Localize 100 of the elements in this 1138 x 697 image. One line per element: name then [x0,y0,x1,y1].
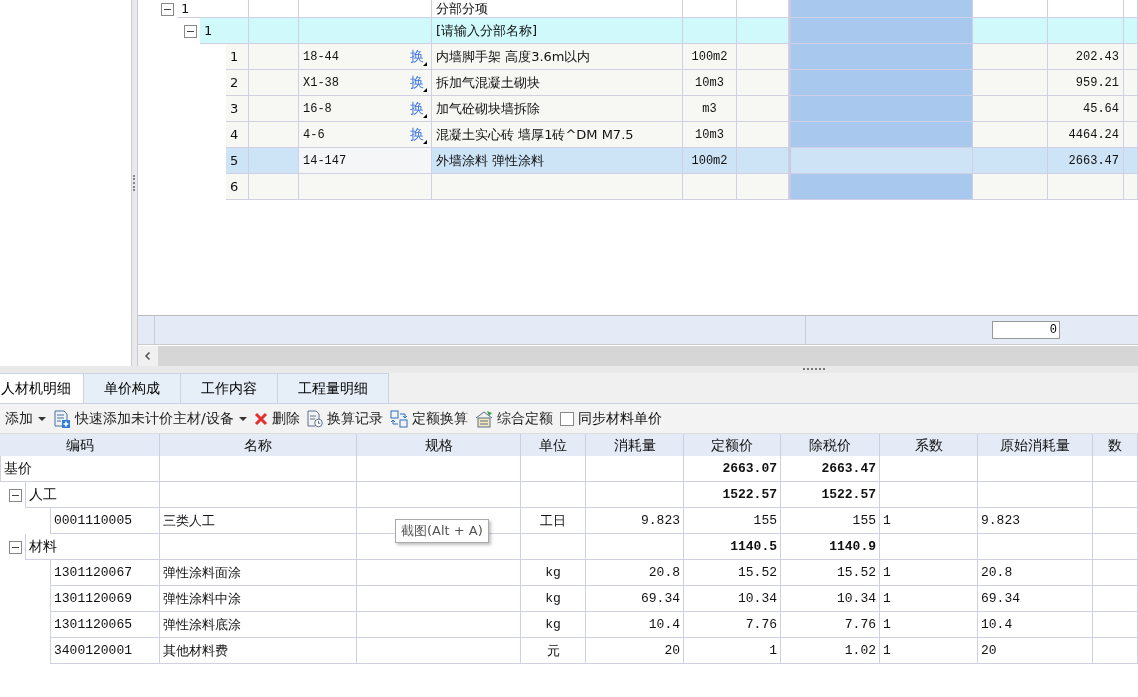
conversion-record-button[interactable]: 换算记录 [326,409,383,428]
code-cell: 人工 [25,482,160,508]
price-cell: 45.64 [1048,96,1124,122]
coefficient-cell: 1 [880,560,978,586]
unit-cell: 工日 [521,508,586,534]
sequence-cell: 4 [226,122,249,148]
unit-cell: m3 [683,96,737,122]
unit-cell: 10m3 [683,122,737,148]
collapse-icon[interactable] [9,488,22,502]
table-cell [737,96,789,122]
unit-cell [521,456,586,482]
quota-price-cell: 1522.57 [684,482,781,508]
price-cell: 4464.24 [1048,122,1124,148]
name-cell: 混凝土实心砖 墙厚1砖^DM M7.5 [432,122,683,148]
price-cell: 959.21 [1048,70,1124,96]
table-row[interactable]: 4 4-6 换 混凝土实心砖 墙厚1砖^DM M7.5 10m3 4464.24 [138,122,1138,148]
table-row[interactable]: 6 [138,174,1138,200]
code-cell: 1301120067 [50,560,160,586]
table-cell [737,122,789,148]
table-cell [737,70,789,96]
tab[interactable]: 工作内容 [180,373,278,403]
code-text: 14-147 [303,153,347,168]
price-cell: 202.43 [1048,44,1124,70]
scroll-left-icon[interactable] [138,346,158,366]
total-input[interactable]: 0 [992,321,1060,339]
column-header[interactable]: 编码 [0,434,160,456]
column-header[interactable]: 单位 [521,434,586,456]
original-consumption-cell: 69.34 [978,586,1093,612]
table-cell [249,96,299,122]
table-row[interactable]: 5 14-147 外墙涂料 弹性涂料 100m2 2663.47 [138,148,1138,174]
table-cell [737,0,789,18]
delete-icon[interactable] [253,411,268,426]
quota-price-cell: 1140.5 [684,534,781,560]
consumption-cell: 20 [586,638,684,664]
net-price-cell: 1522.57 [781,482,880,508]
column-header[interactable]: 规格 [357,434,521,456]
column-header[interactable]: 除税价 [781,434,880,456]
code-cell: 基价 [0,456,160,482]
caret-icon [38,415,46,422]
unit-cell: kg [521,560,586,586]
unit-cell: 100m2 [683,148,737,174]
checkbox-label: 同步材料单价 [577,409,662,428]
column-header[interactable]: 系数 [880,434,978,456]
splitter-grip-icon[interactable] [132,175,137,191]
table-cell [1093,456,1138,482]
unit-cell: kg [521,586,586,612]
quick-add-button[interactable]: 快速添加未计价主材/设备 [75,409,247,428]
table-cell [249,174,299,200]
coefficient-cell: 1 [880,586,978,612]
tab[interactable]: 人材机明细 [0,373,84,403]
delete-button[interactable]: 删除 [271,409,300,428]
name-cell: 其他材料费 [160,638,357,664]
quota-price-cell: 7.76 [684,612,781,638]
table-row[interactable]: 3 16-8 换 加气砼砌块墙拆除 m3 45.64 [138,96,1138,122]
coefficient-cell: 1 [880,612,978,638]
tab[interactable]: 工程量明细 [277,373,389,403]
unit-cell [683,0,737,18]
sequence-cell: 1 [177,0,249,18]
original-consumption-cell: 20 [978,638,1093,664]
table-cell [1124,96,1138,122]
table-row[interactable]: 1 18-44 换 内墙脚手架 高度3.6m以内 100m2 202.43 [138,44,1138,70]
table-cell [737,174,789,200]
collapse-icon[interactable] [161,2,174,16]
sync-checkbox[interactable] [559,411,574,426]
record-icon[interactable] [306,409,323,428]
unit-cell [521,534,586,560]
code-text: 4-6 [303,127,325,142]
tab[interactable]: 单价构成 [83,373,181,403]
table-cell [1124,122,1138,148]
table-cell [249,122,299,148]
column-header[interactable]: 原始消耗量 [978,434,1093,456]
quota-conversion-button[interactable]: 定额换算 [411,409,468,428]
quota-price-cell: 1 [684,638,781,664]
table-cell [249,70,299,96]
splitter-grip-icon[interactable] [803,367,825,372]
composite-quota-button[interactable]: 综合定额 [496,409,553,428]
table-cell [1124,44,1138,70]
composite-icon[interactable] [474,409,493,428]
table-row[interactable]: 2 X1-38 换 拆加气混凝土砌块 10m3 959.21 [138,70,1138,96]
column-header[interactable]: 定额价 [684,434,781,456]
unit-cell [683,174,737,200]
column-header[interactable]: 数 [1093,434,1138,456]
sequence-cell: 1 [226,44,249,70]
collapse-icon[interactable] [184,24,197,38]
table-cell [1093,560,1138,586]
quota-price-cell: 15.52 [684,560,781,586]
column-header[interactable]: 消耗量 [586,434,684,456]
code-cell: 3400120001 [50,638,160,664]
column-header[interactable]: 名称 [160,434,357,456]
table-cell [1124,70,1138,96]
swap-icon[interactable] [389,409,408,428]
table-cell [1124,148,1138,174]
table-cell [1124,18,1138,44]
code-cell: 材料 [25,534,160,560]
name-cell: 弹性涂料面涂 [160,560,357,586]
add-document-icon[interactable] [53,409,71,428]
collapse-icon[interactable] [9,540,22,554]
horizontal-scrollbar[interactable] [138,346,1138,366]
add-menu-button[interactable]: 添加 [5,409,46,428]
table-cell [1093,534,1138,560]
